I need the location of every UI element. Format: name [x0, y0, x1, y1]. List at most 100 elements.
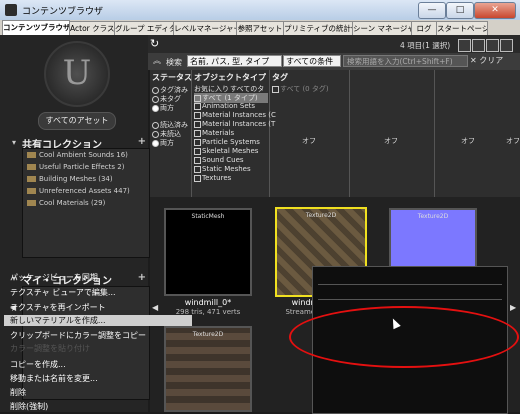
- tab-referenced-assets[interactable]: 参照アセット: [236, 21, 284, 35]
- asset-type-label: Texture2D: [417, 213, 449, 220]
- tab-scene-manager[interactable]: シーン マネージャ: [352, 21, 412, 35]
- options-icon[interactable]: [500, 39, 513, 52]
- asset-name: windmill_0*: [184, 298, 232, 307]
- type-item[interactable]: Material Instances (C: [194, 111, 276, 119]
- app-icon: [5, 4, 17, 16]
- grid-view-icon[interactable]: [472, 39, 485, 52]
- menu-item-delete[interactable]: 削除: [10, 387, 26, 398]
- type-item[interactable]: Skeletal Meshes: [194, 147, 258, 155]
- folder-icon: [27, 188, 36, 194]
- editor-tab-bar: コンテンツブラウザ Actor クラス グループ エディタ レベルマネージャー …: [0, 20, 520, 36]
- menu-item-copy-color-adjust[interactable]: クリップボードにカラー調整をコピー: [10, 330, 146, 341]
- filter-column-3: [350, 70, 435, 197]
- minimize-button[interactable]: —: [418, 2, 446, 19]
- add-collection-icon[interactable]: +: [138, 136, 146, 147]
- maximize-button[interactable]: □: [446, 2, 474, 19]
- checkbox-icon: [194, 120, 201, 128]
- all-assets-button[interactable]: すべてのアセット: [38, 112, 116, 130]
- asset-type-label: Texture2D: [305, 212, 337, 219]
- radio-selected-icon: [152, 139, 159, 147]
- checkbox-icon: [194, 102, 201, 110]
- left-arrow-icon[interactable]: ◀: [152, 303, 158, 312]
- list-item[interactable]: Cool Ambient Sounds 16): [23, 149, 149, 161]
- filter-column-4: [435, 70, 520, 197]
- radio-icon: [152, 130, 159, 138]
- radio-icon: [152, 95, 159, 103]
- search-input[interactable]: 名前, パス, 型, タイプ: [187, 55, 282, 67]
- tab-actor-classes[interactable]: Actor クラス: [69, 21, 115, 35]
- collapse-filters-icon[interactable]: ︽: [151, 55, 163, 67]
- menu-item-create-copy[interactable]: コピーを作成...: [10, 359, 66, 370]
- list-view-icon[interactable]: [486, 39, 499, 52]
- right-arrow-icon[interactable]: ▶: [510, 303, 516, 312]
- type-item[interactable]: Static Meshes: [194, 165, 251, 173]
- checkbox-icon: [194, 156, 201, 164]
- folder-icon: [27, 164, 36, 170]
- checkbox-icon: [194, 138, 201, 146]
- menu-divider: [318, 299, 502, 300]
- filter-off-label: オフ: [461, 137, 475, 145]
- filter-off-label: オフ: [506, 137, 520, 145]
- checkbox-icon: [194, 165, 201, 173]
- menu-item-edit-texture[interactable]: テクスチャ ビューアで編集...: [10, 287, 116, 298]
- tags-header: タグ: [272, 73, 288, 82]
- tab-primitive-stats[interactable]: プリミティブの統計値: [283, 21, 353, 35]
- object-type-header: オブジェクトタイプ: [194, 73, 266, 82]
- close-button[interactable]: ✕: [474, 2, 516, 19]
- search-condition-dropdown[interactable]: すべての条件: [283, 55, 341, 67]
- add-collection-icon[interactable]: +: [138, 272, 146, 283]
- menu-item-reimport-texture[interactable]: テクスチャを再インポート: [10, 302, 106, 313]
- tab-start-page[interactable]: スタートページ: [436, 21, 488, 35]
- checkbox-icon: [194, 111, 201, 119]
- list-item[interactable]: Building Meshes (34): [23, 173, 149, 185]
- refresh-icon[interactable]: ↻: [150, 38, 162, 50]
- checkbox-icon: [194, 174, 201, 182]
- list-item[interactable]: Unreferenced Assets 447): [23, 185, 149, 197]
- status-header: ステータス: [152, 73, 192, 82]
- search-history-input[interactable]: 検索用語を入力(Ctrl+Shift+F): [343, 55, 468, 67]
- type-item[interactable]: Materials: [194, 129, 234, 137]
- asset-type-label: StaticMesh: [191, 213, 225, 220]
- type-item[interactable]: Textures: [194, 174, 231, 182]
- tags-all-item[interactable]: すべて (0 タグ): [272, 84, 329, 94]
- type-item[interactable]: Material Instances (T: [194, 120, 275, 128]
- radio-icon: [152, 86, 159, 94]
- asset-type-label: Texture2D: [192, 331, 224, 338]
- annotation-ellipse: [289, 306, 519, 368]
- tab-group-editor[interactable]: グループ エディタ: [114, 21, 174, 35]
- clear-button[interactable]: ✕ クリア: [470, 55, 518, 67]
- asset-thumbnail[interactable]: StaticMesh: [164, 208, 252, 296]
- folder-icon: [27, 152, 36, 158]
- menu-item-move-rename[interactable]: 移動または名前を変更...: [10, 373, 98, 384]
- item-count: 4 項目(1 選択): [400, 41, 451, 50]
- type-item[interactable]: Animation Sets: [194, 102, 255, 110]
- folder-icon: [27, 176, 36, 182]
- folder-icon: [27, 200, 36, 206]
- collection-icon[interactable]: [458, 39, 471, 52]
- clear-label: クリア: [479, 56, 504, 65]
- type-item[interactable]: Particle Systems: [194, 138, 260, 146]
- window-title-bar: コンテンツブラウザ — □ ✕: [0, 0, 520, 21]
- tab-level-manager[interactable]: レベルマネージャー: [173, 21, 237, 35]
- status-radio-both[interactable]: 両方: [152, 103, 174, 113]
- menu-divider: [318, 284, 502, 285]
- menu-item-force-delete[interactable]: 削除(強制): [10, 401, 48, 412]
- menu-item-paste-color-adjust[interactable]: カラー調整を貼り付け: [10, 343, 90, 354]
- engine-logo-icon: U: [44, 41, 110, 107]
- filter-off-label: オフ: [384, 137, 398, 145]
- tab-content-browser[interactable]: コンテンツブラウザ: [2, 20, 70, 36]
- search-label: 検索: [166, 58, 182, 67]
- menu-item-sync-package[interactable]: パッケージビューを同期: [10, 272, 98, 283]
- list-item[interactable]: Cool Materials (29): [23, 197, 149, 209]
- type-item[interactable]: Sound Cues: [194, 156, 244, 164]
- collapse-arrow-icon[interactable]: ▾: [12, 138, 16, 147]
- asset-thumbnail[interactable]: Texture2D: [164, 326, 252, 412]
- tab-log[interactable]: ログ: [411, 21, 437, 35]
- checkbox-icon: [272, 85, 279, 93]
- checkbox-icon: [194, 129, 201, 137]
- list-item[interactable]: Useful Particle Effects 2): [23, 161, 149, 173]
- checkbox-icon: [194, 147, 201, 155]
- menu-item-create-material[interactable]: 新しいマテリアルを作成...: [4, 315, 192, 326]
- radio-selected-icon: [152, 104, 159, 112]
- status-radio-both-loaded[interactable]: 両方: [152, 138, 174, 148]
